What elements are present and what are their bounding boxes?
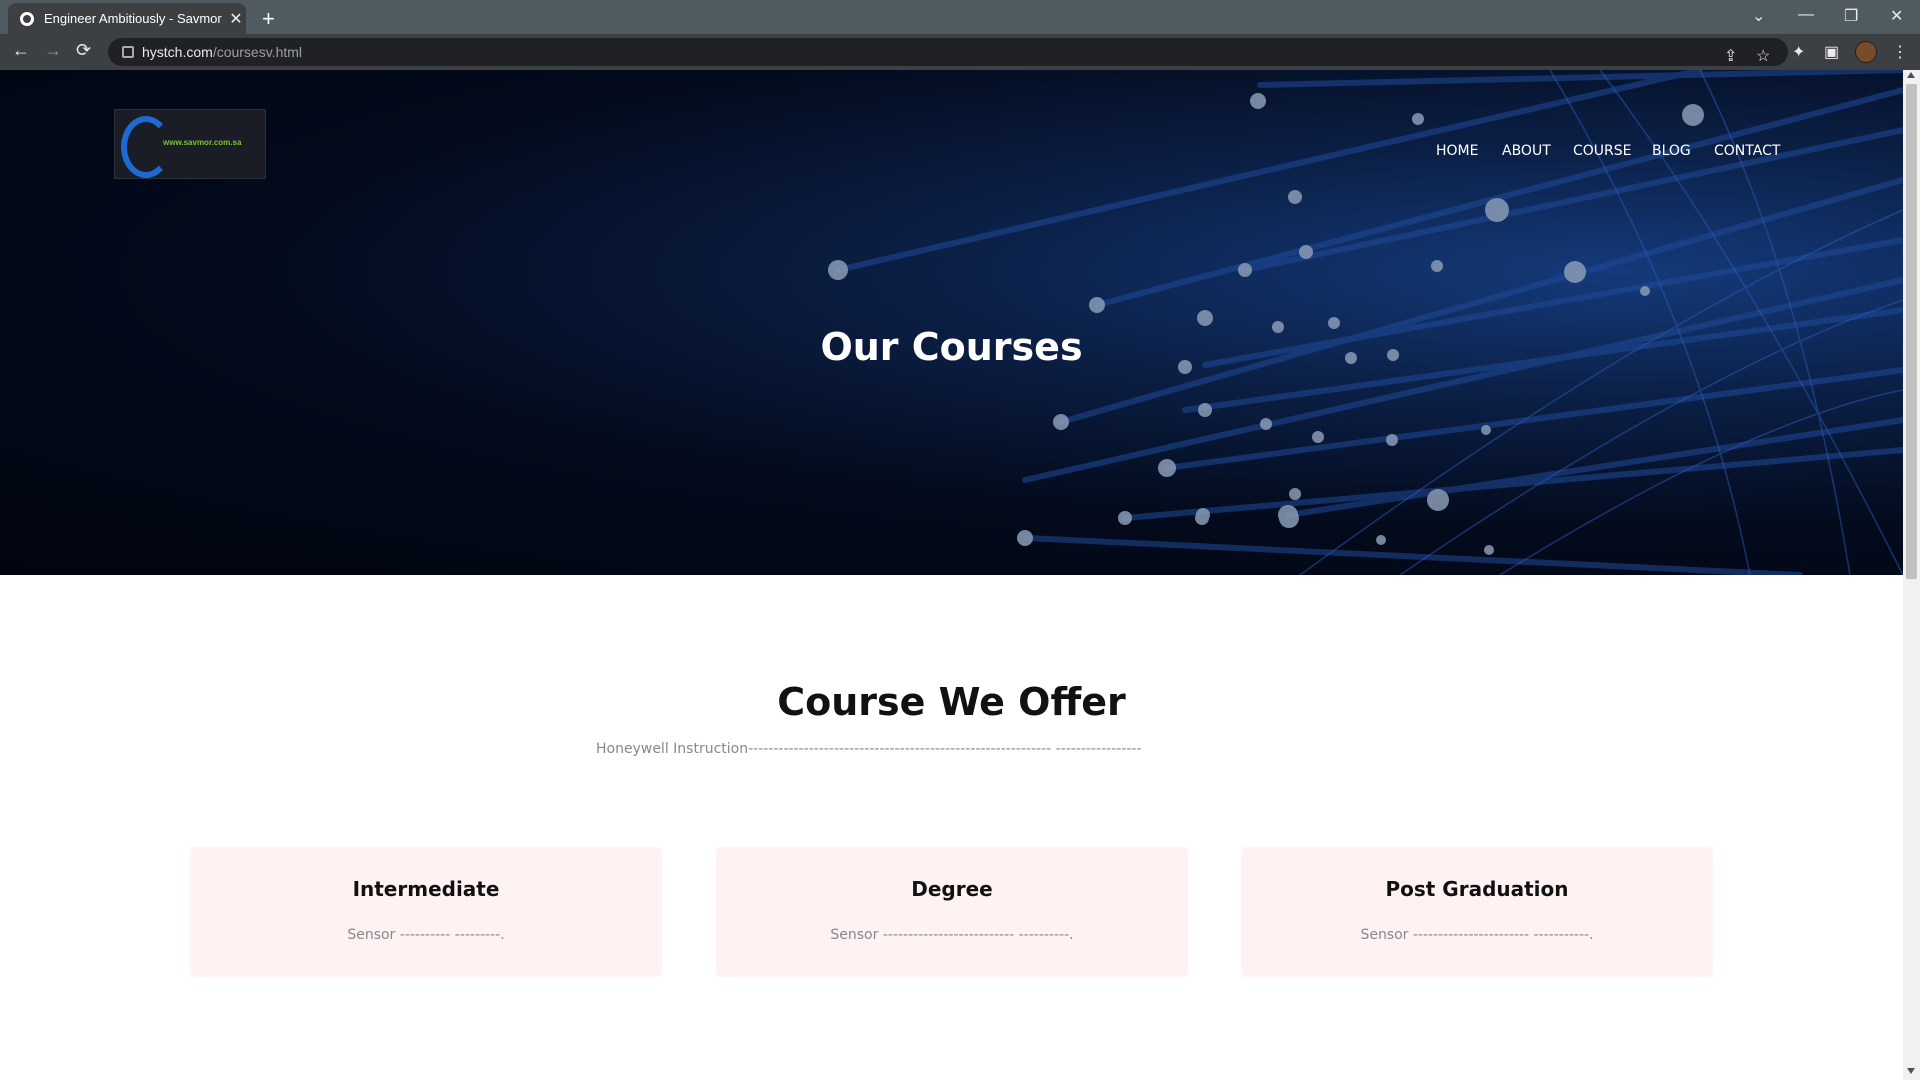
page-scrollbar[interactable] [1903,70,1920,1080]
course-card-title: Post Graduation [1385,877,1569,901]
scrollbar-thumb[interactable] [1906,84,1917,579]
share-icon[interactable]: ⇪ [1724,46,1737,66]
logo-s-icon [121,116,171,178]
nav-contact[interactable]: CONTACT [1714,143,1780,159]
back-arrow-icon[interactable]: ← [12,40,30,61]
close-window-button[interactable]: ✕ [1890,6,1903,26]
extensions-puzzle-icon[interactable]: ✦ [1792,42,1805,62]
lock-icon [122,46,134,58]
scroll-down-arrow-icon[interactable] [1907,1068,1915,1074]
profile-avatar[interactable] [1855,41,1877,63]
course-card-description: Sensor ---------- ---------. [347,927,505,943]
tab-title: Engineer Ambitiously - Savmor [44,11,222,26]
restore-button[interactable]: ❐ [1844,6,1858,26]
nav-home[interactable]: HOME [1436,143,1478,159]
tab-close-icon[interactable]: ✕ [226,9,246,29]
course-card-degree[interactable]: Degree Sensor --------------------------… [716,847,1188,977]
nav-blog[interactable]: BLOG [1652,143,1691,159]
web-page: www.savmor.com.sa HOME ABOUT COURSE BLOG… [0,70,1903,1080]
course-card-description: Sensor -------------------------- ------… [830,927,1074,943]
scroll-up-arrow-icon[interactable] [1907,72,1915,78]
address-bar[interactable]: hystch.com/coursesv.html ⇪ ☆ [108,38,1788,66]
browser-toolbar: ← → ⟳ hystch.com/coursesv.html ⇪ ☆ ✦ ▣ ⋮ [0,34,1920,70]
menu-dots-icon[interactable]: ⋮ [1892,42,1908,62]
tab-search-icon[interactable]: ⌄ [1752,6,1765,26]
nav-about[interactable]: ABOUT [1502,143,1551,159]
forward-arrow-icon[interactable]: → [44,40,62,61]
site-logo[interactable]: www.savmor.com.sa [114,109,266,179]
new-tab-button[interactable]: + [262,6,275,32]
minimize-button[interactable]: — [1798,6,1814,24]
page-title: Our Courses [820,325,1083,369]
site-favicon-icon [20,11,34,26]
section-title: Course We Offer [777,680,1126,724]
reload-icon[interactable]: ⟳ [76,40,91,61]
logo-text: www.savmor.com.sa [163,138,242,147]
side-panel-icon[interactable]: ▣ [1824,42,1839,62]
bookmark-star-icon[interactable]: ☆ [1756,46,1770,66]
course-card-title: Degree [911,877,993,901]
browser-tab[interactable]: Engineer Ambitiously - Savmor ✕ [8,3,246,34]
course-card-intermediate[interactable]: Intermediate Sensor ---------- ---------… [190,847,662,977]
course-card-post-graduation[interactable]: Post Graduation Sensor -----------------… [1241,847,1713,977]
section-subtitle: Honeywell Instruction-------------------… [596,741,1142,757]
browser-tab-strip: Engineer Ambitiously - Savmor ✕ + ⌄ — ❐ … [0,0,1920,34]
url-text: hystch.com/coursesv.html [142,44,303,60]
course-card-description: Sensor ----------------------- ---------… [1360,927,1594,943]
nav-course[interactable]: COURSE [1573,143,1632,159]
hero-banner: www.savmor.com.sa HOME ABOUT COURSE BLOG… [0,70,1903,575]
course-card-title: Intermediate [352,877,500,901]
